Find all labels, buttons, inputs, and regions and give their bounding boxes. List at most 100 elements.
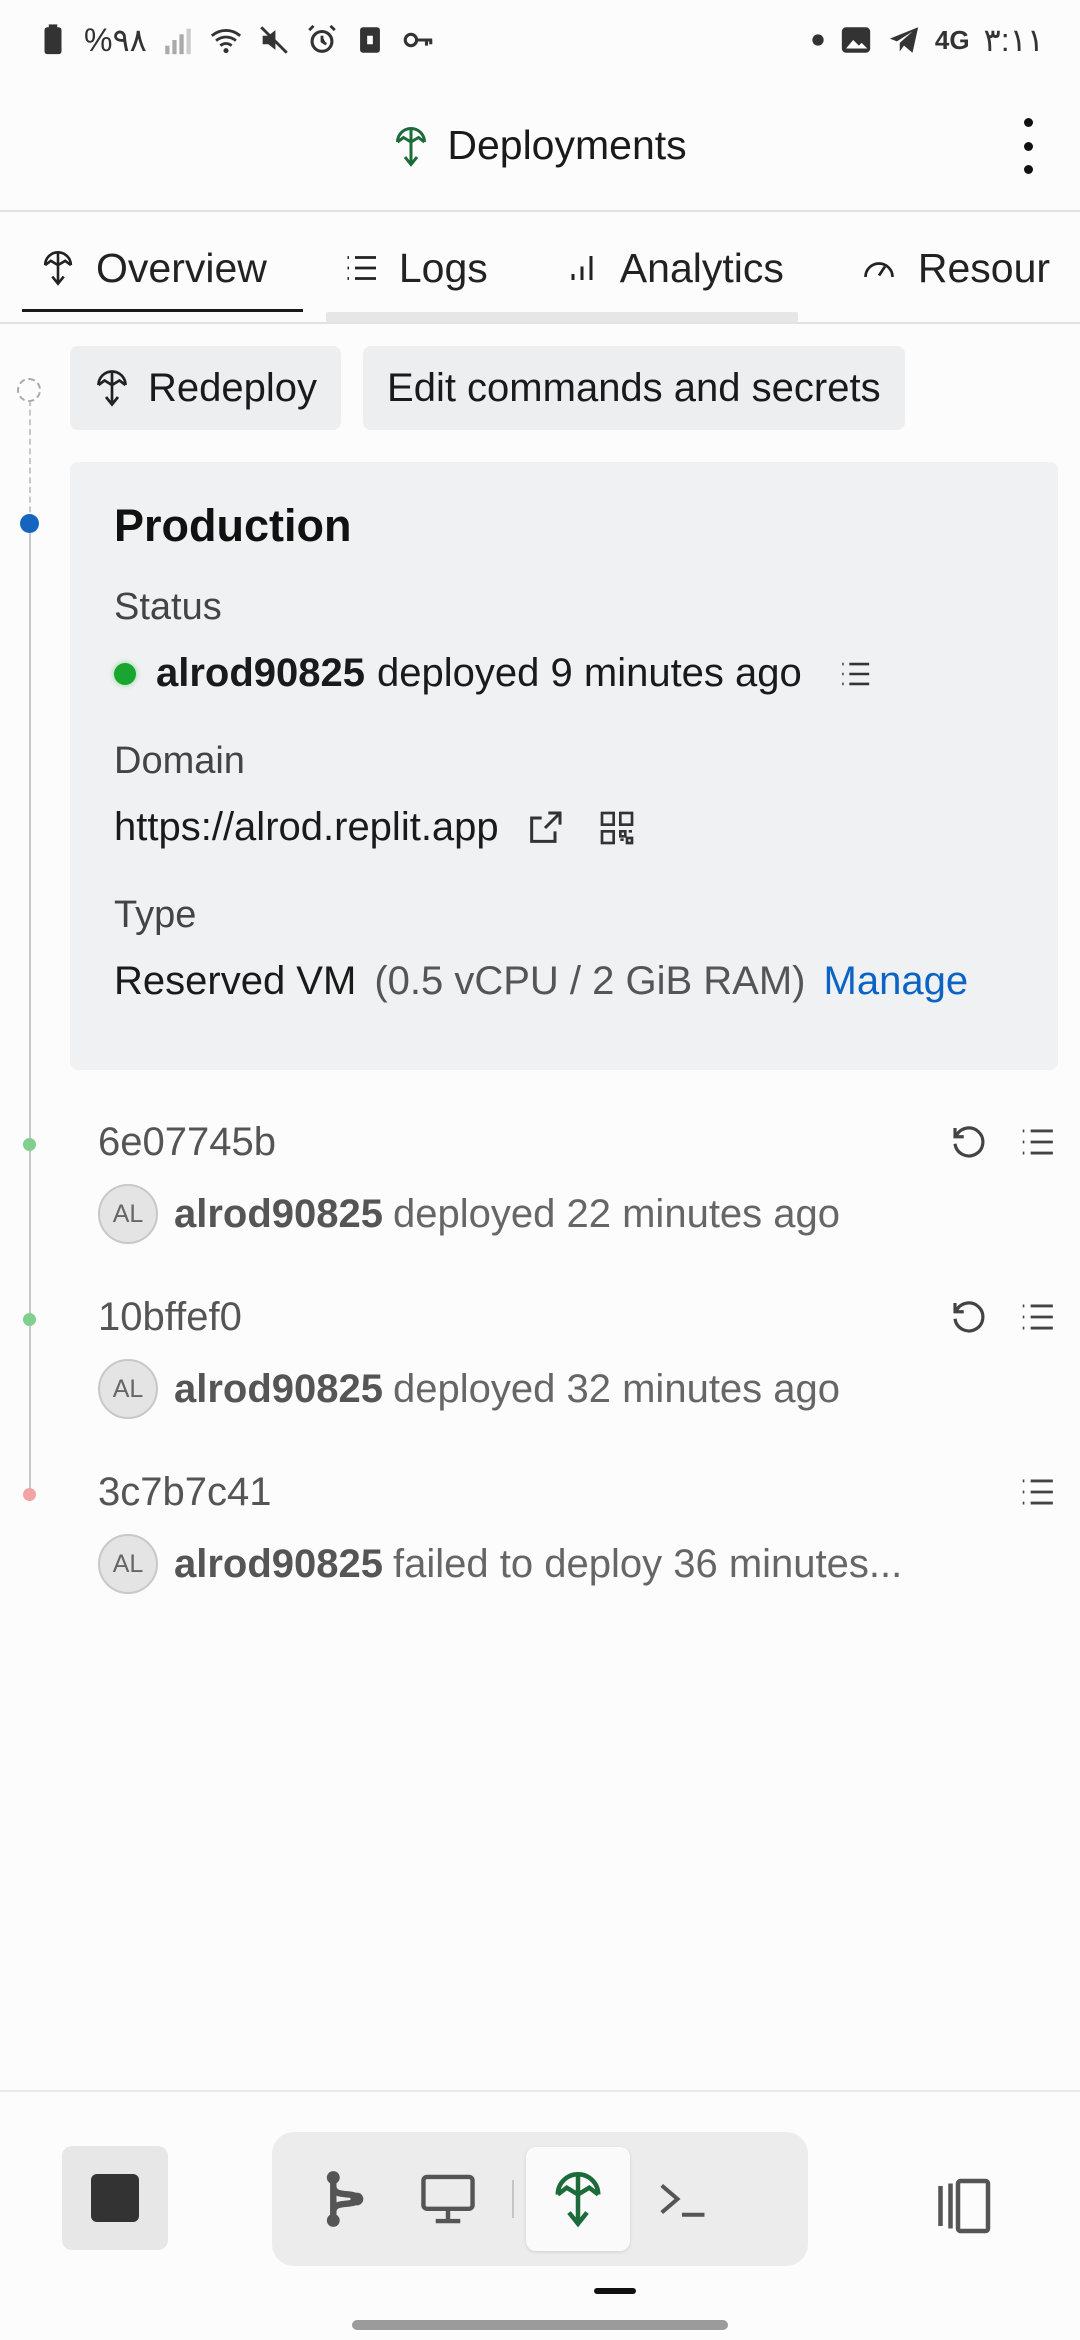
tab-resources[interactable]: Resour xyxy=(820,214,1080,322)
tool-dock xyxy=(272,2132,808,2266)
domain-link[interactable]: https://alrod.replit.app xyxy=(114,805,499,850)
header-title-group: Deployments xyxy=(393,121,687,169)
deployment-user: alrod90825 xyxy=(174,1191,384,1236)
logs-list-icon[interactable] xyxy=(1016,1123,1058,1161)
stop-icon xyxy=(91,2174,139,2222)
status-text: deployed 9 minutes ago xyxy=(377,651,802,695)
deployment-hash: 6e07745b xyxy=(98,1119,276,1164)
tab-label: Overview xyxy=(96,244,267,291)
telegram-icon xyxy=(889,27,919,53)
logs-list-icon[interactable] xyxy=(1016,1473,1058,1511)
bar-chart-icon xyxy=(571,256,593,280)
tab-overview[interactable]: Overview xyxy=(0,214,303,322)
git-branch-icon xyxy=(326,2171,364,2227)
status-bar-left: %۹۸ xyxy=(36,21,435,59)
active-tab-indicator xyxy=(594,2288,636,2294)
tab-scroll-indicator xyxy=(326,312,798,322)
timeline-success-dot xyxy=(23,1313,36,1326)
redeploy-button[interactable]: Redeploy xyxy=(70,346,342,430)
image-icon xyxy=(841,27,871,53)
tab-label: Analytics xyxy=(619,244,784,291)
clock: ۳:۱۱ xyxy=(983,22,1044,58)
battery-percent: %۹۸ xyxy=(84,22,147,58)
deployment-hash: 3c7b7c41 xyxy=(98,1469,272,1514)
terminal-icon xyxy=(660,2183,705,2217)
avatar: AL xyxy=(98,1184,158,1244)
webview-tool-button[interactable] xyxy=(396,2147,500,2251)
deployment-user: alrod90825 xyxy=(174,1541,384,1586)
status-bar: %۹۸ 4G ۳:۱۱ xyxy=(0,0,1080,80)
notification-dot-icon xyxy=(812,34,824,46)
deploy-icon xyxy=(43,251,73,286)
domain-value-row: https://alrod.replit.app xyxy=(114,805,1014,850)
switch-pane-button[interactable] xyxy=(930,2176,996,2241)
redeploy-label: Redeploy xyxy=(148,365,318,410)
alarm-icon xyxy=(308,24,336,53)
status-bar-right: 4G ۳:۱۱ xyxy=(811,21,1044,59)
battery-icon xyxy=(44,24,62,55)
production-title: Production xyxy=(114,500,352,551)
timeline-success-dot xyxy=(23,1138,36,1151)
type-label: Type xyxy=(114,894,197,936)
tab-analytics[interactable]: Analytics xyxy=(524,214,820,322)
signal-icon xyxy=(165,28,191,55)
deployment-text: failed to deploy 36 minutes... xyxy=(393,1541,903,1586)
gauge-icon xyxy=(864,262,894,278)
avatar: AL xyxy=(98,1534,158,1594)
status-value: alrod90825 deployed 9 minutes ago xyxy=(114,651,1014,696)
mute-icon xyxy=(260,26,288,54)
home-indicator[interactable] xyxy=(352,2320,728,2330)
timeline-line xyxy=(29,524,31,1492)
app-header: Deployments xyxy=(0,80,1080,212)
avatar: AL xyxy=(98,1359,158,1419)
network-type: 4G xyxy=(934,24,970,55)
deployment-actions: Redeploy Edit commands and secrets xyxy=(70,346,905,430)
wifi-icon xyxy=(210,29,241,54)
deployments-tool-button[interactable] xyxy=(526,2147,630,2251)
logs-list-icon[interactable] xyxy=(836,657,874,691)
deployment-text: deployed 22 minutes ago xyxy=(393,1191,841,1236)
status-label: Status xyxy=(114,586,222,628)
list-icon xyxy=(347,256,376,280)
qr-code-icon[interactable] xyxy=(597,808,637,848)
domain-label: Domain xyxy=(114,740,245,782)
history-item[interactable]: 6e07745b AL alrod90825 deployed 22 minute… xyxy=(98,1114,1058,1244)
external-link-icon[interactable] xyxy=(525,808,565,848)
status-user: alrod90825 xyxy=(156,651,366,695)
deploy-icon xyxy=(97,370,127,407)
logs-list-icon[interactable] xyxy=(1016,1298,1058,1336)
page-title: Deployments xyxy=(447,121,687,168)
stop-button[interactable] xyxy=(62,2146,168,2250)
tab-label: Logs xyxy=(398,244,488,291)
deploy-icon xyxy=(555,2172,601,2228)
deployments-icon xyxy=(396,127,427,167)
deployment-user: alrod90825 xyxy=(174,1366,384,1411)
manage-link[interactable]: Manage xyxy=(824,959,969,1004)
status-online-indicator xyxy=(114,662,136,685)
edit-commands-button[interactable]: Edit commands and secrets xyxy=(363,346,905,430)
type-value: Reserved VM xyxy=(114,959,357,1003)
timeline-current-dot xyxy=(20,514,39,533)
rollback-icon[interactable] xyxy=(948,1121,990,1163)
deployment-text: deployed 32 minutes ago xyxy=(393,1366,841,1411)
history-item[interactable]: 10bffef0 AL alrod90825 deployed 32 minute… xyxy=(98,1289,1058,1419)
history-item[interactable]: 3c7b7c41 AL alrod90825 failed to deploy 3… xyxy=(98,1464,1058,1594)
type-detail: (0.5 vCPU / 2 GiB RAM) xyxy=(374,959,806,1003)
timeline-pending-dot xyxy=(17,378,41,402)
more-menu-icon[interactable] xyxy=(1016,118,1040,174)
timeline-failed-dot xyxy=(23,1488,36,1501)
tab-label: Resour xyxy=(917,244,1051,291)
git-tool-button[interactable] xyxy=(292,2147,396,2251)
monitor-icon xyxy=(421,2174,475,2224)
deployment-hash: 10bffef0 xyxy=(98,1294,242,1339)
timeline-pending-line xyxy=(29,400,31,522)
shell-tool-button[interactable] xyxy=(630,2147,734,2251)
sim-icon xyxy=(359,27,380,53)
rollback-icon[interactable] xyxy=(948,1296,990,1338)
type-value-row: Reserved VM (0.5 vCPU / 2 GiB RAM) Manag… xyxy=(114,959,1014,1004)
production-card: Production Status alrod90825 deployed 9 … xyxy=(70,462,1058,1070)
dock-divider xyxy=(512,2180,514,2218)
tab-logs[interactable]: Logs xyxy=(303,214,524,322)
bottom-toolbar xyxy=(0,2090,1080,2340)
edit-commands-label: Edit commands and secrets xyxy=(387,365,881,410)
